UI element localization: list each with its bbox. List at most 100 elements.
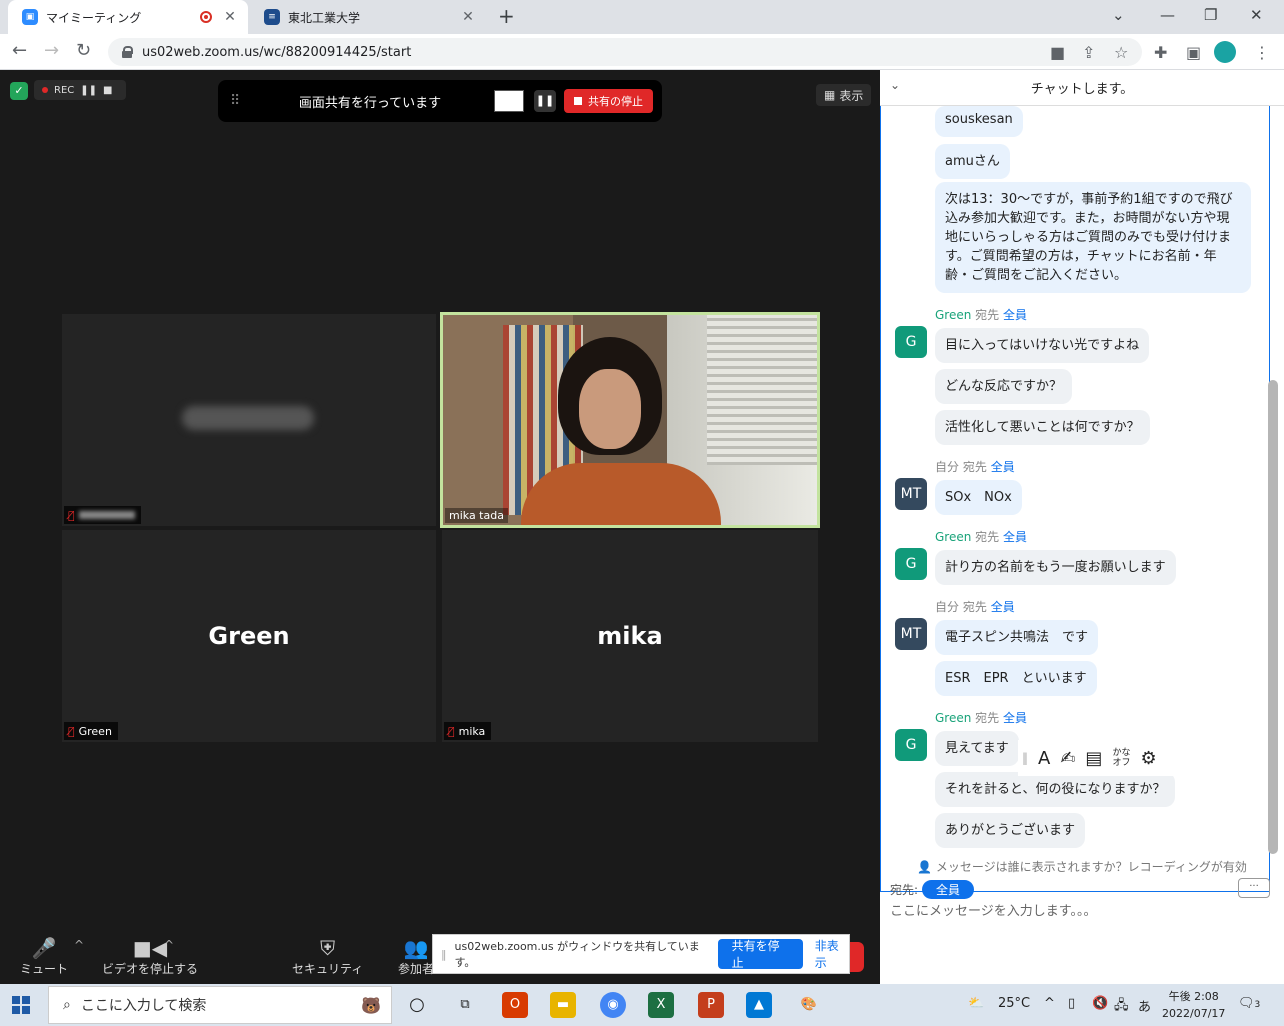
tab-search-chevron-icon[interactable]: ⌄ [1112, 6, 1125, 24]
device-icon[interactable]: ▯ [1068, 996, 1075, 1011]
privacy-text: メッセージは誰に表示されますか？レコーディングが有効 [935, 860, 1247, 874]
video-options-chevron-icon[interactable]: ^ [164, 938, 174, 952]
windows-start-icon[interactable] [12, 996, 30, 1014]
temperature[interactable]: 25°C [998, 996, 1030, 1011]
privacy-notice[interactable]: 👤 メッセージは誰に表示されますか？レコーディングが有効 [880, 858, 1284, 875]
cortana-icon[interactable]: ○ [404, 992, 430, 1018]
participant-tile-mika[interactable]: mika 🎙̸ mika [442, 530, 818, 742]
camera-icon[interactable]: ■ [1050, 43, 1065, 62]
message-sender: Green 宛先 全員 [935, 711, 1028, 725]
participant-tile-green[interactable]: Green 🎙̸ Green [62, 530, 436, 742]
tab-university[interactable]: ≡ 東北工業大学 ✕ [250, 0, 486, 34]
zoom-favicon-icon: ▣ [22, 9, 38, 25]
stop-recording-icon[interactable]: ■ [103, 85, 112, 96]
handwriting-icon[interactable]: ✍ [1060, 748, 1075, 769]
notification-count: 3 [1254, 1000, 1261, 1010]
participant-name: mika [458, 724, 486, 738]
stop-sharing-button[interactable]: 共有を停止 [717, 939, 803, 970]
weather-icon[interactable]: ⛅ [968, 996, 984, 1011]
clock-time: 午後 2:08 [1168, 990, 1219, 1003]
ime-grip-icon[interactable]: ‖ [1022, 751, 1028, 765]
chat-input[interactable]: ここにメッセージを入力します。。。 [890, 900, 1096, 919]
url-field[interactable]: us02web.zoom.us/wc/88200914425/start [108, 38, 1142, 66]
more-options-button[interactable]: ··· [1238, 878, 1270, 898]
kana-off-toggle[interactable]: かな オフ [1112, 748, 1130, 768]
close-window-button[interactable]: ✕ [1250, 6, 1263, 24]
stop-video-button[interactable]: ■◀ ビデオを停止する [102, 936, 198, 977]
stop-share-button[interactable]: 共有の停止 [564, 89, 653, 113]
font-a-icon[interactable]: A [1038, 748, 1050, 769]
chrome-icon[interactable]: ◉ [600, 992, 626, 1018]
taskbar-search-box[interactable]: ⌕ ここに入力して検索 🐻 [48, 986, 392, 1024]
share-notice-text: us02web.zoom.us がウィンドウを共有しています。 [454, 940, 700, 969]
drag-handle-icon[interactable]: ‖ [441, 948, 447, 961]
recipient-label: 宛先: [890, 883, 919, 897]
clock-date: 2022/07/17 [1162, 1007, 1226, 1020]
message-sender: 自分 宛先 全員 [935, 600, 1015, 614]
file-explorer-icon[interactable]: ▬ [550, 992, 576, 1018]
powerpoint-icon[interactable]: P [698, 992, 724, 1018]
view-button[interactable]: ▦ 表示 [816, 84, 872, 106]
chat-message: 目に入ってはいけない光ですよね [935, 328, 1150, 363]
pause-share-button[interactable]: ❚❚ [534, 90, 556, 112]
collapse-chevron-icon[interactable]: ⌄ [890, 78, 900, 92]
side-panel-icon[interactable]: ▣ [1186, 43, 1201, 62]
view-label: 表示 [839, 88, 864, 103]
audio-options-chevron-icon[interactable]: ^ [74, 938, 84, 952]
hide-notice-link[interactable]: 非表示 [815, 937, 849, 971]
chat-message: どんな反応ですか？ [935, 369, 1073, 404]
chat-message: 電子スピン共鳴法 です [935, 620, 1099, 655]
participants-button[interactable]: 👥 参加者 [398, 936, 434, 977]
stop-icon [574, 97, 582, 105]
task-view-icon[interactable]: ⧉ [452, 992, 478, 1018]
mute-label: ミュート [20, 962, 69, 976]
rec-label: REC [54, 84, 75, 96]
profile-avatar[interactable] [1214, 41, 1236, 63]
chat-message: 計り方の名前をもう一度お願いします [935, 550, 1176, 585]
person-body [521, 463, 721, 525]
tab-title: 東北工業大学 [288, 10, 361, 25]
participant-video-mika-tada[interactable]: mika tada [440, 312, 820, 528]
bookmark-star-icon[interactable]: ☆ [1114, 43, 1128, 62]
notification-center-icon[interactable]: 🗨3 [1238, 996, 1260, 1011]
new-tab-button[interactable]: + [498, 4, 515, 28]
reload-icon[interactable]: ↻ [76, 40, 91, 61]
encryption-shield-icon[interactable]: ✓ [10, 82, 28, 100]
share-status-text: 画面共有を行っています [298, 95, 442, 111]
paint-icon[interactable]: 🎨 [796, 992, 822, 1018]
extensions-icon[interactable]: ✚ [1154, 43, 1167, 62]
restore-button[interactable]: ❐ [1204, 6, 1217, 24]
network-icon[interactable]: 🖧 [1114, 996, 1129, 1018]
participant-tile-1[interactable]: 🎙̸ [62, 314, 436, 526]
recording-status: REC ❚❚ ■ [34, 80, 126, 100]
menu-kebab-icon[interactable]: ⋮ [1254, 43, 1270, 62]
back-arrow-icon[interactable]: ← [12, 40, 27, 61]
forward-arrow-icon[interactable]: → [44, 40, 59, 61]
address-bar: ← → ↻ us02web.zoom.us/wc/88200914425/sta… [0, 34, 1284, 70]
ime-indicator[interactable]: あ [1138, 996, 1151, 1015]
chat-scrollbar[interactable] [1268, 380, 1278, 854]
dictionary-icon[interactable]: ▤ [1085, 748, 1102, 769]
security-button[interactable]: ⛨ セキュリティ [292, 936, 363, 977]
photos-icon[interactable]: ▲ [746, 992, 772, 1018]
chat-message: souskesan [935, 106, 1023, 137]
end-meeting-button[interactable] [850, 942, 864, 972]
tab-zoom-meeting[interactable]: ▣ マイミーティング ✕ [8, 0, 248, 34]
avatar: G [895, 326, 927, 358]
close-tab-icon[interactable]: ✕ [222, 9, 238, 25]
settings-gear-icon[interactable]: ⚙ [1140, 748, 1156, 769]
close-tab-icon[interactable]: ✕ [460, 9, 476, 25]
pause-recording-icon[interactable]: ❚❚ [80, 85, 97, 96]
participant-name: Green [78, 724, 112, 738]
recipient-dropdown[interactable]: 全員 [922, 880, 975, 899]
taskbar-clock[interactable]: 午後 2:08 2022/07/17 [1162, 988, 1225, 1022]
minimize-button[interactable]: — [1160, 6, 1175, 24]
share-icon[interactable]: ⇪ [1082, 43, 1095, 62]
tray-overflow-icon[interactable]: ^ [1044, 996, 1055, 1011]
excel-icon[interactable]: X [648, 992, 674, 1018]
office-icon[interactable]: O [502, 992, 528, 1018]
shield-icon: ⛨ [320, 936, 336, 960]
volume-muted-icon[interactable]: 🔇 [1092, 996, 1108, 1011]
drag-handle-icon[interactable]: ⠿ [230, 93, 260, 109]
mute-button[interactable]: 🎤 ミュート [20, 936, 68, 977]
